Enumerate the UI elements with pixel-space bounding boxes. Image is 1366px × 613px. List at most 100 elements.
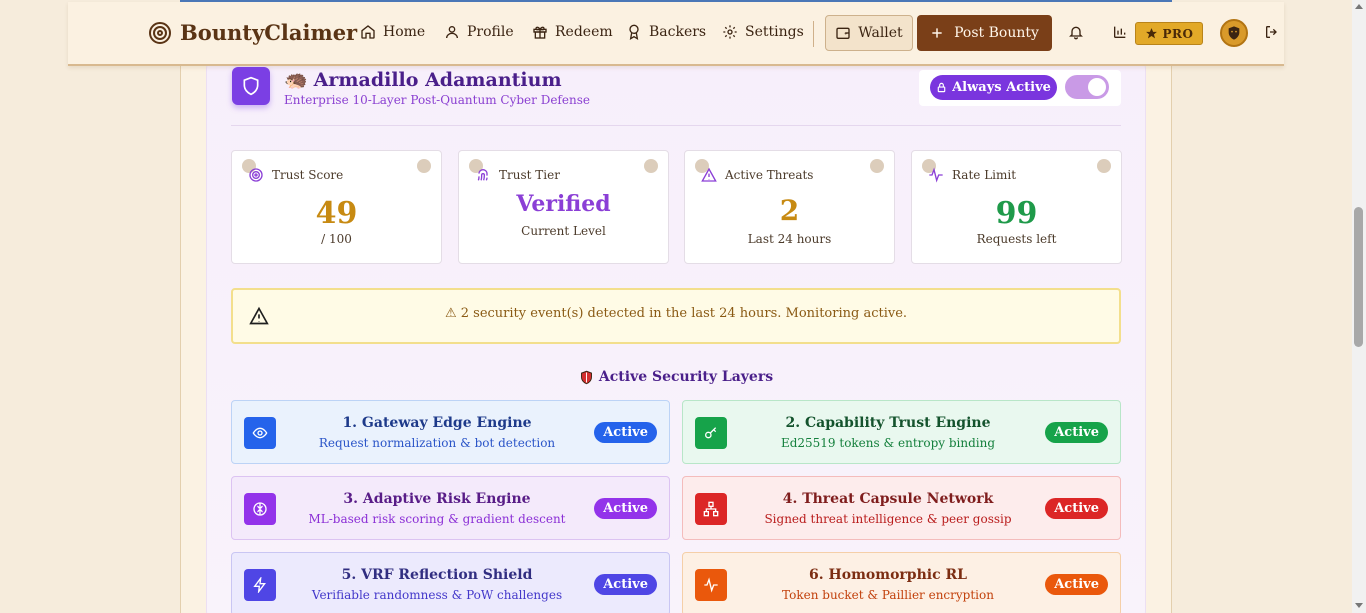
- layer-desc: Token bucket & Paillier encryption: [782, 588, 994, 602]
- decor-dot: [644, 159, 658, 173]
- post-bounty-label: Post Bounty: [954, 25, 1039, 41]
- always-active-toggle[interactable]: [1065, 75, 1109, 99]
- alert-message: ⚠ 2 security event(s) detected in the la…: [444, 306, 908, 321]
- page-title-text: Armadillo Adamantium: [313, 68, 562, 91]
- stat-active-threats: Active Threats 2 Last 24 hours: [684, 150, 895, 264]
- layer-desc: Request normalization & bot detection: [318, 436, 556, 450]
- nav-redeem-label: Redeem: [555, 24, 613, 40]
- nav-profile[interactable]: Profile: [444, 24, 514, 40]
- section-title-text: Active Security Layers: [598, 369, 774, 385]
- layer-card-vrf[interactable]: 5. VRF Reflection Shield Verifiable rand…: [231, 552, 670, 613]
- notifications-button[interactable]: [1068, 24, 1084, 44]
- scroll-up-arrow[interactable]: [1355, 4, 1363, 9]
- gear-icon: [723, 25, 737, 39]
- layer-card-adaptive-risk[interactable]: 3. Adaptive Risk Engine ML-based risk sc…: [231, 476, 670, 540]
- nav-settings[interactable]: Settings: [722, 24, 804, 40]
- nav-settings-label: Settings: [745, 24, 804, 40]
- status-badge: Active: [594, 574, 657, 595]
- nav-home[interactable]: Home: [360, 24, 425, 40]
- stat-label-text: Trust Tier: [499, 168, 560, 182]
- decor-dot: [417, 159, 431, 173]
- post-bounty-button[interactable]: Post Bounty: [917, 15, 1052, 51]
- activity-icon: [929, 167, 943, 183]
- layer-card-threat-capsule[interactable]: 4. Threat Capsule Network Signed threat …: [682, 476, 1121, 540]
- eye-icon: [252, 427, 268, 439]
- layer-desc: ML-based risk scoring & gradient descent: [308, 512, 566, 526]
- user-icon: [446, 26, 458, 39]
- status-badge: Active: [1045, 422, 1108, 443]
- status-badge: Active: [1045, 498, 1108, 519]
- wallet-label: Wallet: [858, 25, 903, 41]
- warning-icon: [701, 167, 717, 182]
- layer-title: 1. Gateway Edge Engine: [342, 415, 532, 431]
- brand-logo[interactable]: BountyClaimer: [148, 20, 357, 45]
- top-navbar: BountyClaimer Home Profile Redeem Backer…: [68, 2, 1284, 66]
- stat-label: Trust Tier: [475, 167, 560, 183]
- layer-card-capability[interactable]: 2. Capability Trust Engine Ed25519 token…: [682, 400, 1121, 464]
- layer-icon-badge: [244, 493, 276, 525]
- layer-icon-badge: [244, 417, 276, 449]
- avatar[interactable]: [1220, 19, 1248, 47]
- award-icon: [629, 24, 639, 40]
- header-shield-badge: [232, 67, 270, 105]
- pulse-icon: [704, 577, 718, 593]
- layer-card-gateway[interactable]: 1. Gateway Edge Engine Request normaliza…: [231, 400, 670, 464]
- decor-dot: [1097, 159, 1111, 173]
- stat-label-text: Active Threats: [725, 168, 814, 182]
- key-icon: [705, 427, 717, 439]
- layer-desc: Verifiable randomness & PoW challenges: [311, 588, 563, 602]
- brand-name: BountyClaimer: [180, 20, 358, 45]
- shield-icon: [243, 76, 259, 96]
- stat-value: 49: [315, 196, 358, 231]
- page-title: 🦔 Armadillo Adamantium: [284, 68, 562, 92]
- layer-icon-badge: [695, 569, 727, 601]
- home-icon: [361, 25, 375, 39]
- stat-value: Verified: [516, 191, 611, 217]
- scrollbar-thumb[interactable]: [1354, 207, 1363, 347]
- page-subtitle: Enterprise 10-Layer Post-Quantum Cyber D…: [284, 93, 590, 107]
- nav-home-label: Home: [383, 24, 426, 40]
- wallet-button[interactable]: Wallet: [825, 15, 913, 51]
- layer-desc: Signed threat intelligence & peer gossip: [764, 512, 1012, 526]
- nav-divider: [813, 21, 814, 47]
- target-icon: [149, 21, 171, 44]
- nav-redeem[interactable]: Redeem: [532, 24, 613, 40]
- hedgehog-emoji-icon: 🦔: [284, 69, 308, 91]
- status-badge: Active: [594, 498, 657, 519]
- stat-value: 2: [779, 194, 800, 227]
- fingerprint-icon: [477, 169, 488, 181]
- layer-icon-badge: [695, 493, 727, 525]
- toggle-knob: [1088, 78, 1106, 96]
- layer-title: 6. Homomorphic RL: [809, 567, 967, 583]
- logout-icon: [1266, 26, 1277, 38]
- pro-badge[interactable]: PRO: [1135, 22, 1203, 45]
- scroll-down-arrow[interactable]: [1355, 603, 1363, 608]
- logout-button[interactable]: [1264, 24, 1280, 44]
- wallet-icon: [836, 27, 850, 39]
- page-background-right: [1172, 0, 1352, 613]
- network-icon: [703, 501, 719, 517]
- layer-icon-badge: [695, 417, 727, 449]
- stat-sub: / 100: [321, 232, 352, 246]
- status-badge: Active: [1045, 574, 1108, 595]
- page-background-left: [0, 0, 180, 613]
- plus-icon: [932, 28, 942, 38]
- lock-icon: [937, 82, 946, 93]
- stat-value: 99: [995, 196, 1038, 231]
- shield-avatar-icon: [1228, 26, 1240, 40]
- nav-profile-label: Profile: [467, 24, 514, 40]
- zap-icon: [253, 577, 266, 593]
- bar-chart-icon: [1114, 26, 1126, 38]
- section-title: Active Security Layers: [0, 369, 1352, 385]
- stats-button[interactable]: [1112, 24, 1128, 44]
- bell-icon: [1069, 26, 1083, 40]
- status-badge: Active: [594, 422, 657, 443]
- stat-label-text: Rate Limit: [952, 168, 1017, 182]
- nav-backers[interactable]: Backers: [626, 24, 706, 40]
- star-icon: [1145, 28, 1157, 39]
- layer-desc: Ed25519 tokens & entropy binding: [780, 436, 996, 450]
- layer-card-homomorphic[interactable]: 6. Homomorphic RL Token bucket & Paillie…: [682, 552, 1121, 613]
- layer-title: 5. VRF Reflection Shield: [341, 567, 533, 583]
- decor-dot: [870, 159, 884, 173]
- stat-trust-score: Trust Score 49 / 100: [231, 150, 442, 264]
